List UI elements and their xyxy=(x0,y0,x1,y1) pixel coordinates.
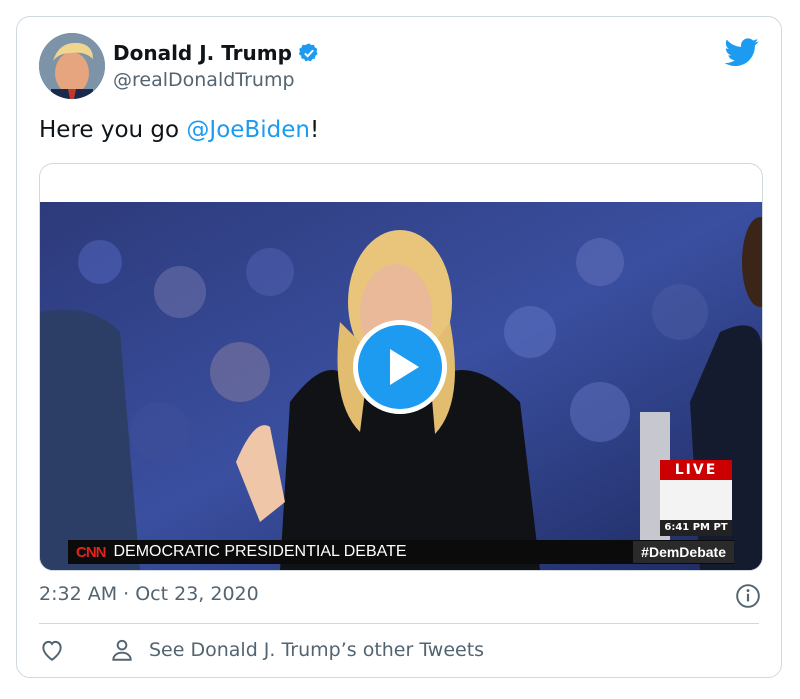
chyron-hashtag: #DemDebate xyxy=(633,541,734,563)
tweet-text-end: ! xyxy=(309,117,320,143)
tweet-text-start: Here you go xyxy=(39,117,187,143)
chyron-bar: CNN DEMOCRATIC PRESIDENTIAL DEBATE #DemD… xyxy=(68,540,734,564)
video-player[interactable]: LIVE 6:41 PM PT CNN DEMOCRATIC PRESIDENT… xyxy=(39,163,763,571)
tweet-timestamp[interactable]: 2:32 AM · Oct 23, 2020 xyxy=(39,583,259,605)
tweet-text: Here you go @JoeBiden! xyxy=(39,117,319,143)
mention-link[interactable]: @JoeBiden xyxy=(186,117,310,143)
verified-badge-icon xyxy=(298,43,318,62)
network-logo: CNN xyxy=(76,543,106,561)
info-icon[interactable] xyxy=(735,583,761,609)
other-tweets-link[interactable]: See Donald J. Trump’s other Tweets xyxy=(149,639,484,661)
divider xyxy=(39,623,759,624)
author-name[interactable]: Donald J. Trump xyxy=(113,41,292,65)
tweet-card: Donald J. Trump @realDonaldTrump Here yo… xyxy=(16,16,782,678)
heart-icon[interactable] xyxy=(39,637,65,663)
broadcast-clock: 6:41 PM PT xyxy=(660,520,732,536)
live-label: LIVE xyxy=(660,460,732,480)
avatar[interactable] xyxy=(39,33,105,99)
person-icon[interactable] xyxy=(109,637,135,663)
chyron-text: DEMOCRATIC PRESIDENTIAL DEBATE xyxy=(113,543,407,560)
twitter-bird-icon[interactable] xyxy=(725,35,759,69)
play-icon xyxy=(390,349,419,385)
author-handle[interactable]: @realDonaldTrump xyxy=(113,69,295,91)
video-frame[interactable]: LIVE 6:41 PM PT CNN DEMOCRATIC PRESIDENT… xyxy=(40,202,762,570)
play-button[interactable] xyxy=(353,320,447,414)
